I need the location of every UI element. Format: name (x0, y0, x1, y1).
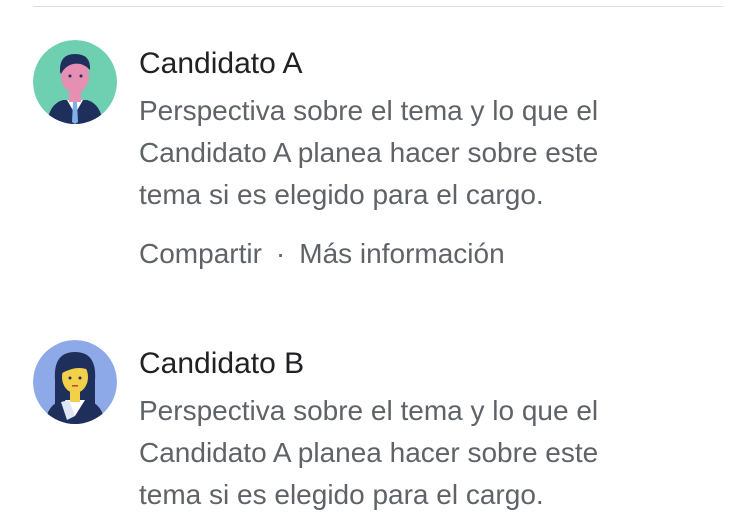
candidate-a-name: Candidato A (139, 47, 303, 80)
candidate-b-name: Candidato B (139, 347, 305, 380)
candidate-b-description: Perspectiva sobre el tema y lo que el Ca… (139, 390, 739, 516)
description-line: Candidato A planea hacer sobre este (139, 137, 599, 168)
description-line: Candidato A planea hacer sobre este (139, 437, 599, 468)
more-info-link[interactable]: Más información (299, 238, 504, 269)
man-avatar-icon (33, 40, 117, 124)
description-line: tema si es elegido para el cargo. (139, 179, 544, 210)
candidate-b-avatar (33, 340, 117, 424)
candidate-a-description: Perspectiva sobre el tema y lo que el Ca… (139, 90, 739, 216)
candidate-a-avatar (33, 40, 117, 124)
separator-dot: · (275, 238, 286, 269)
description-line: Perspectiva sobre el tema y lo que el (139, 395, 599, 426)
top-divider (33, 6, 723, 7)
candidate-a-actions: Compartir · Más información (139, 233, 505, 275)
share-link[interactable]: Compartir (139, 238, 262, 269)
description-line: tema si es elegido para el cargo. (139, 479, 544, 510)
woman-avatar-icon (33, 340, 117, 424)
description-line: Perspectiva sobre el tema y lo que el (139, 95, 599, 126)
